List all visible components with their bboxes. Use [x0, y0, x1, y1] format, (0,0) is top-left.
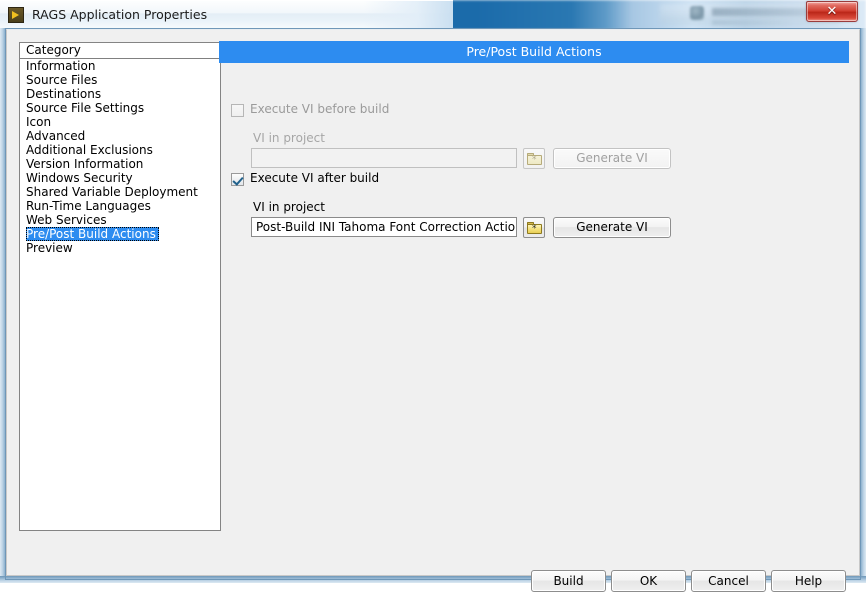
execute-vi-before-build-checkbox[interactable]	[231, 104, 244, 117]
sidebar-item-icon[interactable]: Icon	[20, 115, 220, 129]
close-button[interactable]: ✕	[806, 1, 858, 22]
folder-browse-icon: *	[527, 153, 542, 165]
sidebar-item-information[interactable]: Information	[20, 59, 220, 73]
sidebar-item-source-files[interactable]: Source Files	[20, 73, 220, 87]
execute-vi-after-build-label: Execute VI after build	[250, 171, 380, 185]
sidebar-item-source-file-settings[interactable]: Source File Settings	[20, 101, 220, 115]
window-title: RAGS Application Properties	[32, 7, 208, 22]
dialog-client-area: Category Information Source Files Destin…	[6, 29, 860, 592]
title-bar[interactable]: RAGS Application Properties	[0, 0, 453, 29]
category-list-header: Category	[20, 43, 220, 59]
cancel-button[interactable]: Cancel	[691, 570, 766, 592]
sidebar-item-web-services[interactable]: Web Services	[20, 213, 220, 227]
application-properties-dialog: RAGS Application Properties ✕ Category I…	[0, 0, 866, 592]
sidebar-item-destinations[interactable]: Destinations	[20, 87, 220, 101]
sidebar-item-windows-security[interactable]: Windows Security	[20, 171, 220, 185]
after-browse-button[interactable]: *	[523, 217, 545, 238]
sidebar-item-pre-post-build-actions[interactable]: Pre/Post Build Actions	[26, 227, 159, 241]
before-vi-in-project-label: VI in project	[253, 131, 325, 145]
build-button[interactable]: Build	[531, 570, 606, 592]
sidebar-item-additional-exclusions[interactable]: Additional Exclusions	[20, 143, 220, 157]
after-vi-path-input[interactable]: Post-Build INI Tahoma Font Correction Ac…	[251, 217, 517, 237]
before-generate-vi-button[interactable]: Generate VI	[553, 148, 671, 169]
before-vi-path-input[interactable]	[251, 148, 517, 168]
sidebar-item-shared-variable-deployment[interactable]: Shared Variable Deployment	[20, 185, 220, 199]
background-window-title-blur	[712, 8, 812, 16]
sidebar-item-preview[interactable]: Preview	[20, 241, 220, 255]
sidebar-row-pre-post-build-actions: Pre/Post Build Actions	[20, 227, 220, 241]
sidebar-item-run-time-languages[interactable]: Run-Time Languages	[20, 199, 220, 213]
background-window-icon	[690, 6, 704, 20]
execute-vi-after-build-checkbox[interactable]	[231, 173, 244, 186]
folder-browse-icon: *	[527, 222, 542, 234]
help-button[interactable]: Help	[771, 570, 846, 592]
before-browse-button[interactable]: *	[523, 148, 545, 169]
sidebar-item-advanced[interactable]: Advanced	[20, 129, 220, 143]
background-window-subtitle-blur	[712, 20, 790, 25]
execute-vi-before-build-label: Execute VI before build	[250, 102, 390, 116]
labview-vi-icon	[8, 7, 24, 23]
sidebar-item-version-information[interactable]: Version Information	[20, 157, 220, 171]
ok-button[interactable]: OK	[611, 570, 686, 592]
after-generate-vi-button[interactable]: Generate VI	[553, 217, 671, 238]
category-listbox[interactable]: Category Information Source Files Destin…	[19, 42, 221, 531]
page-title: Pre/Post Build Actions	[219, 41, 849, 63]
after-vi-in-project-label: VI in project	[253, 200, 325, 214]
close-icon: ✕	[826, 4, 838, 19]
window-border-right	[859, 28, 866, 580]
